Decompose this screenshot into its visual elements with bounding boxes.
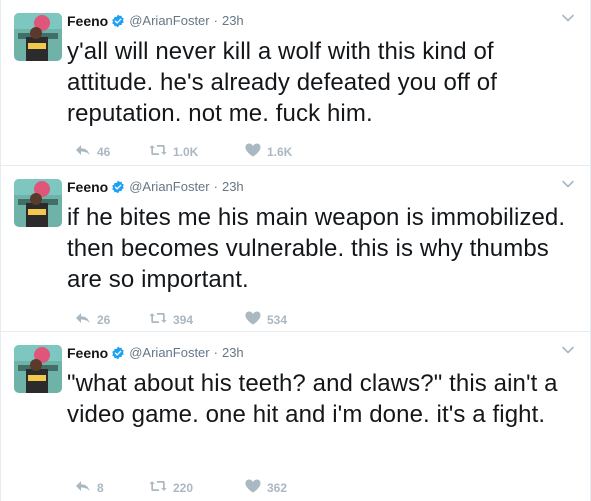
timestamp[interactable]: 23h bbox=[222, 12, 244, 30]
retweet-button[interactable]: 220 bbox=[149, 480, 231, 495]
retweet-icon bbox=[149, 144, 167, 159]
separator: · bbox=[213, 13, 218, 28]
handle[interactable]: @ArianFoster bbox=[129, 178, 209, 196]
tweet-text: if he bites me his main weapon is immobi… bbox=[67, 204, 566, 293]
verified-badge-icon bbox=[111, 180, 125, 194]
reply-count: 8 bbox=[97, 480, 104, 495]
tweet-text: y'all will never kill a wolf with this k… bbox=[67, 38, 497, 127]
tweet-actions: 46 1.0K 1.6K bbox=[75, 143, 339, 160]
display-name[interactable]: Feeno bbox=[67, 178, 108, 196]
separator: · bbox=[213, 345, 218, 360]
reply-icon bbox=[75, 480, 91, 495]
retweet-button[interactable]: 1.0K bbox=[149, 144, 231, 159]
reply-button[interactable]: 26 bbox=[75, 312, 135, 327]
avatar[interactable] bbox=[14, 345, 62, 393]
reply-icon bbox=[75, 312, 91, 327]
verified-badge-icon bbox=[111, 346, 125, 360]
retweet-icon bbox=[149, 312, 167, 327]
tweet-text: "what about his teeth? and claws?" this … bbox=[67, 370, 558, 428]
like-button[interactable]: 1.6K bbox=[245, 143, 325, 160]
tweet-header: Feeno @ArianFoster · 23h bbox=[67, 178, 574, 196]
avatar[interactable] bbox=[14, 13, 62, 61]
retweet-button[interactable]: 394 bbox=[149, 312, 231, 327]
handle[interactable]: @ArianFoster bbox=[129, 344, 209, 362]
reply-count: 26 bbox=[97, 312, 111, 327]
tweet[interactable]: Feeno @ArianFoster · 23h if he bites me … bbox=[1, 166, 590, 332]
tweet-actions: 8 220 362 bbox=[75, 479, 339, 496]
chevron-down-icon[interactable] bbox=[560, 10, 576, 26]
retweet-icon bbox=[149, 480, 167, 495]
like-count: 534 bbox=[267, 312, 288, 327]
tweet-header: Feeno @ArianFoster · 23h bbox=[67, 12, 574, 30]
like-button[interactable]: 362 bbox=[245, 479, 325, 496]
avatar[interactable] bbox=[14, 179, 62, 227]
retweet-count: 220 bbox=[173, 480, 194, 495]
timestamp[interactable]: 23h bbox=[222, 344, 244, 362]
like-count: 362 bbox=[267, 480, 288, 495]
timestamp[interactable]: 23h bbox=[222, 178, 244, 196]
like-button[interactable]: 534 bbox=[245, 311, 325, 328]
heart-icon bbox=[245, 311, 261, 328]
reply-button[interactable]: 8 bbox=[75, 480, 135, 495]
separator: · bbox=[213, 179, 218, 194]
tweet[interactable]: Feeno @ArianFoster · 23h y'all will neve… bbox=[1, 0, 590, 166]
tweet-feed: Feeno @ArianFoster · 23h y'all will neve… bbox=[0, 0, 591, 501]
retweet-count: 394 bbox=[173, 312, 194, 327]
chevron-down-icon[interactable] bbox=[560, 342, 576, 358]
tweet[interactable]: Feeno @ArianFoster · 23h "what about his… bbox=[1, 332, 590, 501]
display-name[interactable]: Feeno bbox=[67, 344, 108, 362]
retweet-count: 1.0K bbox=[173, 144, 199, 159]
heart-icon bbox=[245, 479, 261, 496]
tweet-header: Feeno @ArianFoster · 23h bbox=[67, 344, 574, 362]
heart-icon bbox=[245, 143, 261, 160]
tweet-actions: 26 394 534 bbox=[75, 311, 339, 328]
display-name[interactable]: Feeno bbox=[67, 12, 108, 30]
verified-badge-icon bbox=[111, 14, 125, 28]
reply-count: 46 bbox=[97, 144, 111, 159]
reply-icon bbox=[75, 144, 91, 159]
chevron-down-icon[interactable] bbox=[560, 176, 576, 192]
like-count: 1.6K bbox=[267, 144, 293, 159]
handle[interactable]: @ArianFoster bbox=[129, 12, 209, 30]
reply-button[interactable]: 46 bbox=[75, 144, 135, 159]
